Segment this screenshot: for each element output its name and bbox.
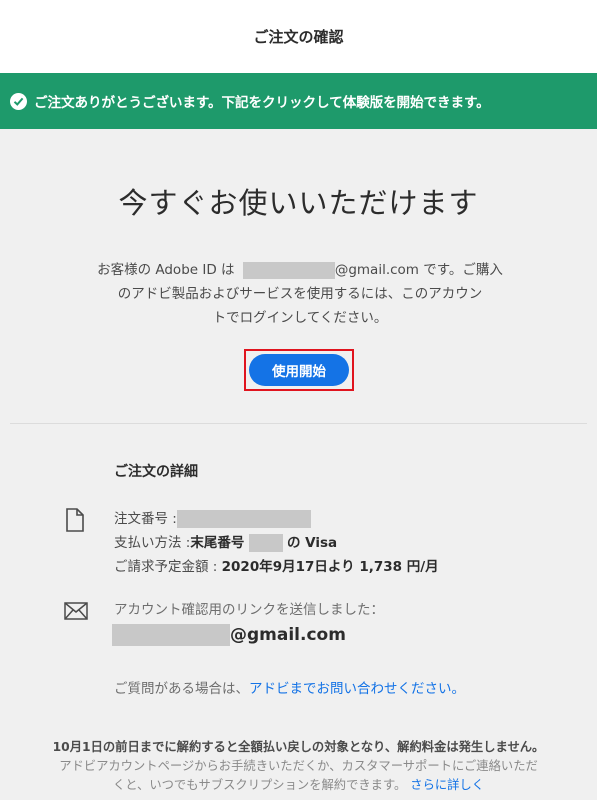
mail-icon (64, 602, 88, 624)
order-details: 注文番号 : 支払い方法 :末尾番号 の Visa ご請求予定金額 : 2020… (114, 507, 439, 579)
section-divider (10, 423, 587, 424)
banner-text: ご注文ありがとうございます。下記をクリックして体験版を開始できます。 (34, 95, 490, 111)
intro-text: お客様の Adobe ID は @gmail.com です。ご購入 のアドビ製品… (82, 258, 518, 330)
redacted-email (112, 624, 230, 646)
contact-adobe-link[interactable]: アドビまでお問い合わせください。 (249, 681, 465, 697)
cancel-note-line-2: くと、いつでもサブスクリプションを解約できます。 さらに詳しく (112, 778, 485, 792)
support-question: ご質問がある場合は、アドビまでお問い合わせください。 (114, 681, 465, 697)
email-sent-text: アカウント確認用のリンクを送信しました： (114, 602, 384, 618)
footer-text: 10月1日の前日までに解約すると全額払い戻しの対象となり、解約料金は発生しません… (14, 738, 583, 795)
email-address: @gmail.com (112, 624, 346, 646)
top-bar: ご注文の確認 (0, 0, 597, 73)
order-number-row: 注文番号 : (114, 507, 439, 531)
learn-more-link[interactable]: さらに詳しく (410, 778, 484, 792)
redacted-card-number (248, 534, 283, 552)
refund-note: 10月1日の前日までに解約すると全額払い戻しの対象となり、解約料金は発生しません… (52, 740, 545, 754)
order-details-title: ご注文の詳細 (114, 464, 198, 480)
redacted-order-number (176, 510, 311, 528)
intro-line-2: のアドビ製品およびサービスを使用するには、このアカウン (117, 286, 483, 302)
redacted-email (242, 261, 335, 279)
cancel-note-line-1: アドビアカウントページからお手続きいただくか、カスタマーサポートにご連絡いただ (59, 759, 538, 773)
intro-line-1: お客様の Adobe ID は @gmail.com です。ご購入 (97, 261, 503, 279)
payment-row: 支払い方法 :末尾番号 の Visa (114, 534, 338, 552)
start-button[interactable]: 使用開始 (249, 354, 349, 386)
check-circle-icon (10, 92, 27, 110)
success-banner: ご注文ありがとうございます。下記をクリックして体験版を開始できます。 (0, 73, 597, 129)
document-icon (64, 508, 86, 536)
start-button-highlight: 使用開始 (244, 349, 354, 391)
page-title: ご注文の確認 (253, 28, 344, 46)
main-headline: 今すぐお使いいただけます (118, 186, 479, 220)
intro-line-3: トでログインしてください。 (212, 310, 388, 326)
billing-row: ご請求予定金額 : 2020年9月17日より 1,738 円/月 (114, 559, 439, 575)
